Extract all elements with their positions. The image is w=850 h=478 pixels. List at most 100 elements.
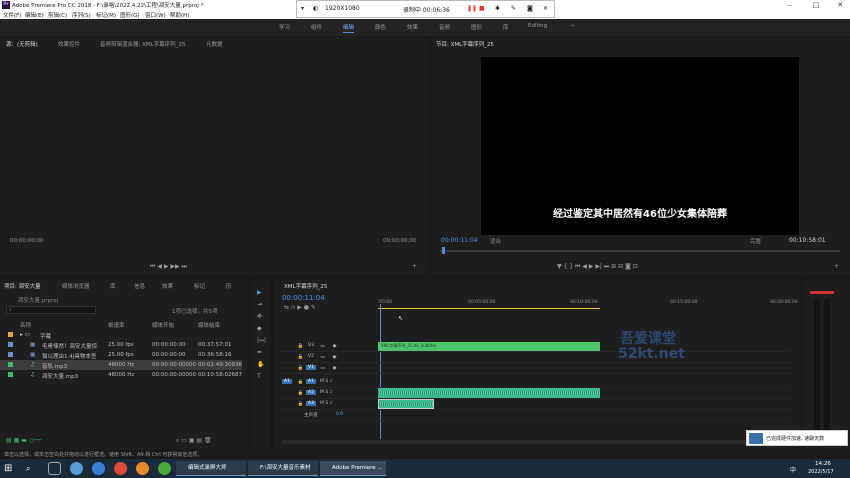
taskbar-app-explorer[interactable]: F:\凋安大量音乐素材 xyxy=(248,461,318,476)
menu-marker[interactable]: 标记(M) xyxy=(96,11,116,19)
tab-media-browser[interactable]: 媒体浏览器 xyxy=(62,282,90,290)
sync-icon[interactable]: ▭ xyxy=(318,365,327,373)
workspace-audio[interactable]: 音频 xyxy=(439,23,450,31)
menu-graphics[interactable]: 图形(G) xyxy=(120,11,140,19)
tab-project[interactable]: 项目: 凋安大量 xyxy=(4,282,41,290)
fit-dropdown[interactable]: 适合 xyxy=(490,237,501,245)
taskbar-app-recorder[interactable]: 编辑式录屏大师 xyxy=(176,461,246,476)
menu-sequence[interactable]: 序列(S) xyxy=(72,11,91,19)
eye-icon[interactable]: ◉ xyxy=(330,365,339,373)
hand-tool-icon[interactable]: ✋ xyxy=(257,361,264,368)
source-step-back-icon[interactable]: ⏮ ◀ ▶ ▶▶ ⏭ xyxy=(150,263,187,271)
program-scrubber[interactable] xyxy=(440,250,840,252)
timeline-scrollbar[interactable] xyxy=(282,440,792,444)
notification-popup[interactable]: 已完成硬件加速, 速聊天数 xyxy=(746,430,848,446)
type-tool-icon[interactable]: T xyxy=(257,373,261,380)
workspace-more-icon[interactable]: » xyxy=(571,23,574,29)
list-item[interactable]: ▸ ▭ 字幕 xyxy=(0,330,242,340)
camera-icon[interactable]: ◙ xyxy=(527,5,533,12)
source-add-icon[interactable]: + xyxy=(412,263,417,270)
lock-icon[interactable]: ▤ ▦ ▬ ○── xyxy=(6,437,41,444)
clock-date[interactable]: 2022/5/17 xyxy=(808,469,834,475)
pin-icon[interactable]: ▾ xyxy=(301,5,304,12)
tab-info[interactable]: 信息 xyxy=(134,282,145,290)
subtitle-clip[interactable]: XML字幕序列_25.dk_Subtitle xyxy=(378,342,600,351)
eye-icon[interactable]: ◉ xyxy=(330,354,339,362)
windows-start-icon[interactable]: ⊞ xyxy=(4,462,17,475)
audio-clip-a2[interactable] xyxy=(378,388,600,398)
close-icon[interactable]: ✕ xyxy=(828,0,850,10)
workspace-assembly[interactable]: 组件 xyxy=(311,23,322,31)
razor-tool-icon[interactable]: ◆ xyxy=(257,325,262,332)
sync-icon[interactable]: ▭ xyxy=(318,343,327,351)
list-item[interactable]: ♫ 凋安大量.mp3 48000 Hz 00:00:00:00000 00:10… xyxy=(0,370,242,380)
workspace-editing-en[interactable]: Editing xyxy=(528,23,547,29)
program-playhead[interactable] xyxy=(442,247,445,254)
program-monitor[interactable]: 经过鉴定其中居然有46位少女集体陪葬 xyxy=(481,57,799,235)
tab-markers[interactable]: 标记 xyxy=(194,282,205,290)
pen-tool-icon[interactable]: ✒ xyxy=(257,349,262,356)
tab-effects[interactable]: 效果 xyxy=(162,282,173,290)
column-fps[interactable]: 帧速率 xyxy=(108,321,125,329)
track-v2[interactable]: 🔒 V2 ▭ ◉ xyxy=(276,352,790,363)
program-transport-controls[interactable]: ▼ { } ⏮ ◀ ▶ ▶| ⏭ ⊞ ⊟ ◙ ⊡ xyxy=(557,263,638,271)
tab-metadata[interactable]: 元数据 xyxy=(206,40,223,48)
pause-icon[interactable]: ❚❚ xyxy=(467,5,477,12)
slip-tool-icon[interactable]: |↔| xyxy=(257,337,266,344)
firefox-icon[interactable] xyxy=(136,462,149,475)
tab-effect-controls[interactable]: 效果控件 xyxy=(58,40,80,48)
column-media-end[interactable]: 媒体结束 xyxy=(198,321,220,329)
workspace-effects[interactable]: 效果 xyxy=(407,23,418,31)
workspace-graphics[interactable]: 图形 xyxy=(471,23,482,31)
lock-icon[interactable]: 🔒 xyxy=(296,365,305,373)
track-a3[interactable]: 🔒 A3 M S ♪ xyxy=(276,399,790,410)
program-timecode[interactable]: 00:00:11:04 xyxy=(441,237,478,244)
timeline-settings-icons[interactable]: ⇆ ∩ ▶ ● ✎ xyxy=(284,304,316,311)
menu-clip[interactable]: 剪辑(C) xyxy=(48,11,67,19)
track-master[interactable]: 主声道 0.0 xyxy=(276,410,790,421)
list-item[interactable]: ▦ 毛骨悚然！凋安大量惊 25.00 fps 00:00:00:00 00:37… xyxy=(0,340,242,350)
mute-button[interactable]: M S ♪ xyxy=(320,390,332,395)
project-search-input[interactable]: ⌕ xyxy=(6,306,96,314)
menu-file[interactable]: 文件(F) xyxy=(3,11,21,19)
menu-help[interactable]: 帮助(H) xyxy=(170,11,189,19)
input-language[interactable]: 中 xyxy=(790,465,796,474)
workspace-color[interactable]: 颜色 xyxy=(375,23,386,31)
selection-tool-icon[interactable]: ▶ xyxy=(257,289,262,296)
project-bottom-icons[interactable]: ⌕ ▭ ▣ ▤ 🗑 xyxy=(176,437,212,445)
work-area-bar[interactable] xyxy=(378,308,600,309)
mute-button[interactable]: M S ♪ xyxy=(320,379,332,384)
lock-icon[interactable]: 🔒 xyxy=(296,401,305,409)
lock-icon[interactable]: 🔒 xyxy=(296,379,305,387)
lock-icon[interactable]: 🔒 xyxy=(296,343,305,351)
contrast-icon[interactable]: ◐ xyxy=(313,5,318,12)
master-volume[interactable]: 0.0 xyxy=(336,412,343,417)
mute-button[interactable]: M S ♪ xyxy=(320,401,332,406)
tab-audio-mixer[interactable]: 音频剪辑混合器: XML字幕序列_25 xyxy=(100,40,185,48)
maximize-icon[interactable]: □ xyxy=(804,0,828,10)
chrome-icon[interactable] xyxy=(114,462,127,475)
track-v1[interactable]: 🔒 V1 ▭ ◉ xyxy=(276,363,790,374)
sync-icon[interactable]: ▭ xyxy=(318,354,327,362)
program-add-icon[interactable]: + xyxy=(834,263,839,270)
tab-source[interactable]: 源：(无剪辑) xyxy=(6,40,38,48)
minimize-icon[interactable]: – xyxy=(778,0,802,10)
workspace-libraries[interactable]: 库 xyxy=(503,23,509,31)
track-select-tool-icon[interactable]: ⇥ xyxy=(257,301,262,308)
quality-dropdown[interactable]: 完整 xyxy=(750,237,761,245)
stop-icon[interactable]: ■ xyxy=(479,5,485,12)
pen-icon[interactable]: ✎ xyxy=(511,5,516,12)
menu-window[interactable]: 窗口(W) xyxy=(145,11,166,19)
app-icon[interactable] xyxy=(158,462,171,475)
audio-clip-a3[interactable] xyxy=(378,399,434,409)
taskbar-app-premiere[interactable]: Adobe Premiere ... xyxy=(320,461,386,476)
ripple-edit-tool-icon[interactable]: ✥ xyxy=(257,313,262,320)
settings-icon[interactable]: ✱ xyxy=(495,5,500,12)
eye-icon[interactable]: ◉ xyxy=(330,343,339,351)
lock-icon[interactable]: 🔒 xyxy=(296,354,305,362)
workspace-editing[interactable]: 编辑 xyxy=(343,23,355,33)
tab-history[interactable]: 历 xyxy=(226,282,232,290)
timeline-timecode[interactable]: 00:00:11:04 xyxy=(282,294,325,302)
column-name[interactable]: 名称 xyxy=(20,321,31,329)
recorder-close-icon[interactable]: ✕ xyxy=(543,5,548,12)
